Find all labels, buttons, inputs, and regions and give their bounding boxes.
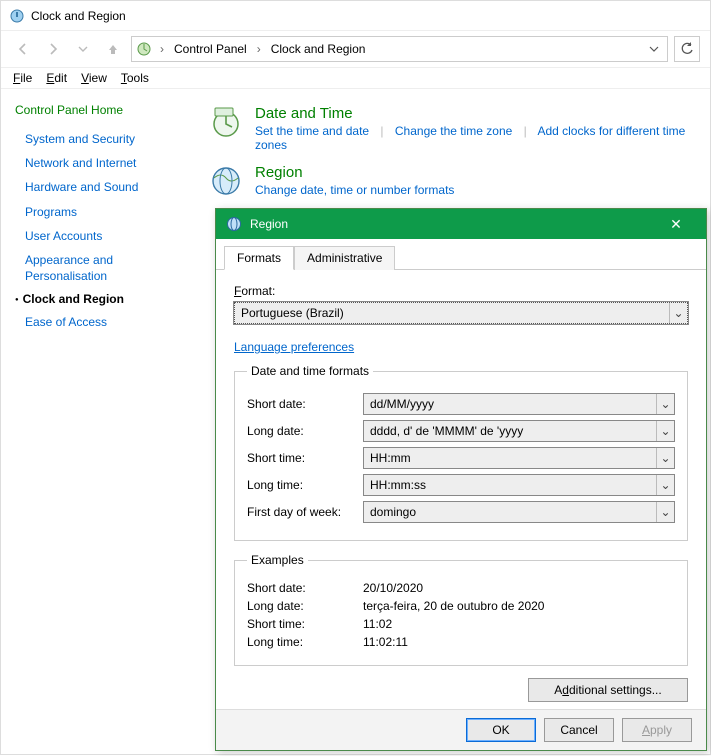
ex-short-date-label: Short date: [247,581,363,595]
tab-content-formats: Format: Portuguese (Brazil) ⌄ Language p… [216,270,706,709]
tab-strip: Formats Administrative [216,239,706,270]
tab-formats[interactable]: Formats [224,246,294,270]
sidebar-home-link[interactable]: Control Panel Home [15,103,187,117]
group-date-time-formats-legend: Date and time formats [247,364,373,378]
format-combo[interactable]: Portuguese (Brazil) ⌄ [234,302,688,324]
applet-region: Region Change date, time or number forma… [201,160,710,206]
long-date-label: Long date: [247,424,363,438]
sidebar-item-programs[interactable]: Programs [25,204,187,220]
window-title: Clock and Region [31,9,126,23]
chevron-down-icon: ⌄ [656,448,674,468]
address-history-dropdown[interactable] [645,44,663,54]
globe-icon [209,164,243,198]
ok-button[interactable]: OK [466,718,536,742]
close-button[interactable]: ✕ [656,216,696,233]
ex-short-time-label: Short time: [247,617,363,631]
menu-tools[interactable]: Tools [121,71,149,85]
globe-small-icon [226,216,242,232]
additional-settings-button[interactable]: Additional settings... [528,678,688,702]
dialog-footer: OK Cancel Apply [216,709,706,750]
long-time-label: Long time: [247,478,363,492]
tab-administrative[interactable]: Administrative [294,246,395,270]
link-change-formats[interactable]: Change date, time or number formats [255,183,454,197]
ex-long-time-value: 11:02:11 [363,635,408,649]
sidebar-item-ease-of-access[interactable]: Ease of Access [25,314,187,330]
long-date-combo[interactable]: dddd, d' de 'MMMM' de 'yyyy⌄ [363,420,675,442]
breadcrumb-root[interactable]: Control Panel [172,42,249,56]
group-examples: Examples Short date:20/10/2020 Long date… [234,553,688,666]
breadcrumb-current[interactable]: Clock and Region [269,42,368,56]
back-button[interactable] [11,37,35,61]
ex-short-date-value: 20/10/2020 [363,581,423,595]
short-date-combo[interactable]: dd/MM/yyyy⌄ [363,393,675,415]
format-combo-value: Portuguese (Brazil) [241,306,669,320]
menu-edit[interactable]: Edit [46,71,67,85]
chevron-down-icon: ⌄ [656,502,674,522]
clock-icon [209,105,243,139]
group-date-time-formats: Date and time formats Short date: dd/MM/… [234,364,688,541]
first-day-label: First day of week: [247,505,363,519]
link-change-time-zone[interactable]: Change the time zone [395,124,512,138]
sidebar-item-system-security[interactable]: System and Security [25,131,187,147]
first-day-combo[interactable]: domingo⌄ [363,501,675,523]
applet-region-title[interactable]: Region [255,164,454,181]
recent-locations-button[interactable] [71,37,95,61]
applet-date-time-title[interactable]: Date and Time [255,105,698,122]
short-time-combo[interactable]: HH:mm⌄ [363,447,675,469]
sidebar-item-network-internet[interactable]: Network and Internet [25,155,187,171]
ex-long-date-label: Long date: [247,599,363,613]
long-time-combo[interactable]: HH:mm:ss⌄ [363,474,675,496]
control-panel-icon [9,8,25,24]
ex-long-date-value: terça-feira, 20 de outubro de 2020 [363,599,544,613]
menu-file[interactable]: File [13,71,32,85]
sidebar: Control Panel Home System and Security N… [1,89,201,756]
forward-button[interactable] [41,37,65,61]
breadcrumb-separator: › [255,42,263,56]
format-label: Format: [234,284,688,298]
dialog-title: Region [250,217,288,231]
chevron-down-icon: ⌄ [656,394,674,414]
language-preferences-link[interactable]: Language preferences [234,340,354,354]
menu-view[interactable]: View [81,71,107,85]
address-bar-row: › Control Panel › Clock and Region [1,31,710,67]
short-time-label: Short time: [247,451,363,465]
chevron-down-icon: ⌄ [656,421,674,441]
sidebar-item-clock-region[interactable]: Clock and Region [25,292,187,306]
breadcrumb-separator: › [158,42,166,56]
chevron-down-icon: ⌄ [656,475,674,495]
dialog-titlebar[interactable]: Region ✕ [216,209,706,239]
ex-long-time-label: Long time: [247,635,363,649]
control-panel-small-icon [136,41,152,57]
cancel-button[interactable]: Cancel [544,718,614,742]
address-bar[interactable]: › Control Panel › Clock and Region [131,36,668,62]
window-titlebar: Clock and Region [1,1,710,31]
applet-date-time: Date and Time Set the time and date | Ch… [201,101,710,160]
apply-button[interactable]: Apply [622,718,692,742]
region-dialog: Region ✕ Formats Administrative Format: … [215,208,707,751]
chevron-down-icon: ⌄ [669,303,687,323]
sidebar-item-hardware-sound[interactable]: Hardware and Sound [25,179,187,195]
short-date-label: Short date: [247,397,363,411]
menu-bar: File Edit View Tools [1,67,710,89]
refresh-button[interactable] [674,36,700,62]
up-button[interactable] [101,37,125,61]
sidebar-item-appearance[interactable]: Appearance and Personalisation [25,252,187,284]
link-set-time-date[interactable]: Set the time and date [255,124,369,138]
sidebar-item-user-accounts[interactable]: User Accounts [25,228,187,244]
ex-short-time-value: 11:02 [363,617,392,631]
group-examples-legend: Examples [247,553,308,567]
